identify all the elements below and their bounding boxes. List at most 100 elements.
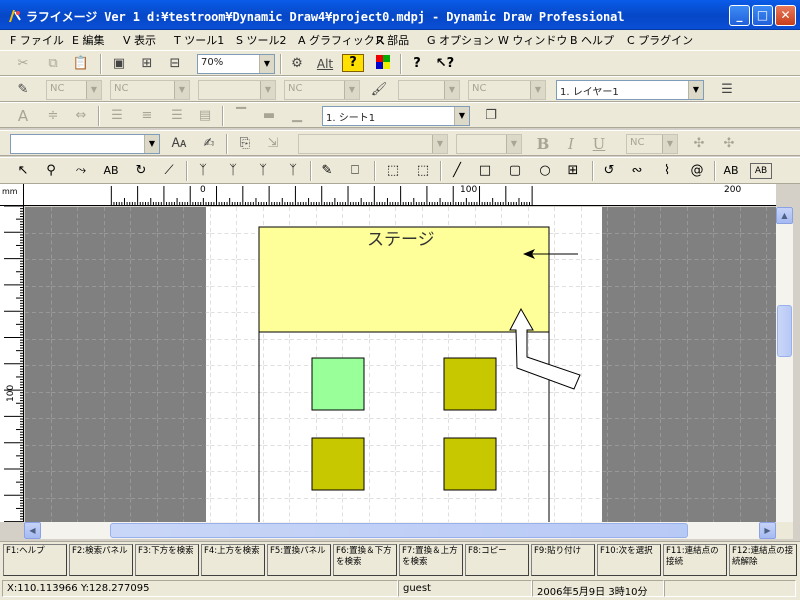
cut-icon[interactable]: ✂	[12, 54, 34, 74]
horizontal-ruler[interactable]: 0 100 200	[24, 184, 776, 206]
valign-top-icon[interactable]: ▔	[230, 106, 252, 126]
gradient-select[interactable]: NC ▼	[468, 80, 546, 100]
shadow-color-select[interactable]: NC ▼	[284, 80, 360, 100]
arc-tool-icon[interactable]: ↺	[598, 161, 620, 181]
range-select-2-icon[interactable]: ⬚	[412, 161, 434, 181]
font-dialog-icon[interactable]: 🗛	[168, 134, 190, 154]
magnify-icon[interactable]: ⚲	[40, 161, 62, 181]
align-left-icon[interactable]: ☰	[106, 106, 128, 126]
polyline-icon-2[interactable]: ᛉ	[222, 161, 244, 181]
help-tip-button[interactable]: ?	[342, 54, 364, 72]
polyline-icon-4[interactable]: ᛉ	[282, 161, 304, 181]
chevron-down-icon[interactable]: ▼	[344, 81, 359, 99]
text-box-tool-icon[interactable]: AB	[750, 163, 772, 179]
line-color-select[interactable]: NC ▼	[46, 80, 102, 100]
underline-button[interactable]: U	[588, 134, 610, 154]
export-page-icon[interactable]: ⇲	[262, 134, 284, 154]
chevron-down-icon[interactable]: ▼	[259, 55, 274, 73]
chart-icon[interactable]: ⊞	[136, 54, 158, 74]
line-spacing-icon[interactable]: ≑	[42, 106, 64, 126]
chevron-down-icon[interactable]: ▼	[144, 135, 159, 153]
grow-font-icon[interactable]: ✣	[688, 134, 710, 154]
green-square[interactable]	[311, 357, 365, 411]
pattern-select[interactable]: ▼	[398, 80, 460, 100]
color-palette-icon[interactable]	[372, 54, 394, 74]
scroll-left-icon[interactable]: ◀	[24, 522, 41, 539]
fkey-f3[interactable]: F3:下方を検索	[135, 544, 199, 576]
page-icon[interactable]: ⎕	[344, 161, 366, 181]
spiral-tool-icon[interactable]: @	[686, 161, 708, 181]
connector-icon[interactable]: ⟋	[158, 161, 180, 181]
olive-square[interactable]	[443, 357, 497, 411]
fill-color-select[interactable]: NC ▼	[110, 80, 190, 100]
polyline-icon-3[interactable]: ᛉ	[252, 161, 274, 181]
horizontal-scroll-thumb[interactable]	[110, 523, 688, 538]
freeform-tool-icon[interactable]: ⌇	[656, 161, 678, 181]
ellipse-tool-icon[interactable]: ○	[534, 161, 556, 181]
zoom-select[interactable]: 70% ▼	[197, 54, 275, 74]
fkey-f1[interactable]: F1:ヘルプ	[3, 544, 67, 576]
line-tool-icon[interactable]: ╱	[446, 161, 468, 181]
note-edit-icon[interactable]: ✎	[316, 161, 338, 181]
chevron-down-icon[interactable]: ▼	[174, 81, 189, 99]
valign-middle-icon[interactable]: ▬	[258, 106, 280, 126]
fkey-f2[interactable]: F2:検索パネル	[69, 544, 133, 576]
pen-icon[interactable]: ✎	[12, 80, 34, 100]
menu-tool2[interactable]: S ツール2	[236, 32, 286, 48]
font-family-select[interactable]: ▼	[298, 134, 448, 154]
fkey-f9[interactable]: F9:貼り付け	[531, 544, 595, 576]
rotate-icon[interactable]: ↻	[130, 161, 152, 181]
curve-tool-icon[interactable]: ∾	[626, 161, 648, 181]
fkey-f6[interactable]: F6:置換＆下方を検索	[333, 544, 397, 576]
text-edit-icon[interactable]: AB	[100, 161, 122, 181]
menu-parts[interactable]: R 部品	[376, 32, 409, 48]
close-button[interactable]: ✕	[775, 5, 796, 26]
alt-button[interactable]: Alt	[314, 54, 336, 74]
chevron-down-icon[interactable]: ▼	[444, 81, 459, 99]
app-icon[interactable]	[6, 8, 22, 24]
minimize-button[interactable]: _	[729, 5, 750, 26]
sheet-select[interactable]: 1. シート1 ▼	[322, 106, 470, 126]
drawing-canvas[interactable]: ステージ	[25, 207, 776, 522]
rectangle-tool-icon[interactable]: □	[474, 161, 496, 181]
chevron-down-icon[interactable]: ▼	[432, 135, 447, 153]
chevron-down-icon[interactable]: ▼	[662, 135, 677, 153]
menu-plugin[interactable]: C プラグイン	[627, 32, 693, 48]
fkey-f11[interactable]: F11:連結点の接続	[663, 544, 727, 576]
line-width-select[interactable]: ▼	[198, 80, 276, 100]
shrink-font-icon[interactable]: ✣	[718, 134, 740, 154]
text-tool-icon[interactable]: AB	[720, 161, 742, 181]
scroll-up-icon[interactable]: ▲	[776, 207, 793, 224]
font-edit-icon[interactable]: ✍	[198, 134, 220, 154]
menu-view[interactable]: V 表示	[123, 32, 156, 48]
paint-bucket-icon[interactable]: 🖌	[368, 80, 390, 100]
chevron-down-icon[interactable]: ▼	[530, 81, 545, 99]
insert-page-icon[interactable]: ⎘	[234, 134, 256, 154]
sheet-pages-icon[interactable]: ❐	[480, 106, 502, 126]
olive-square[interactable]	[443, 437, 497, 491]
range-select-icon[interactable]: ⬚	[382, 161, 404, 181]
menu-tool1[interactable]: T ツール1	[174, 32, 224, 48]
table-tool-icon[interactable]: ⊞	[562, 161, 584, 181]
font-a-icon[interactable]: A	[12, 106, 34, 126]
vertical-scroll-thumb[interactable]	[777, 305, 792, 357]
menu-graphics[interactable]: A グラフィックス	[298, 32, 385, 48]
layout-icon[interactable]: ⊟	[164, 54, 186, 74]
screen-capture-icon[interactable]: ▣	[108, 54, 130, 74]
vertical-ruler[interactable]: 100	[0, 206, 24, 522]
horizontal-scrollbar[interactable]: ◀ ▶	[24, 522, 776, 539]
valign-bottom-icon[interactable]: ▁	[286, 106, 308, 126]
menu-window[interactable]: W ウィンドウ	[498, 32, 567, 48]
fkey-f8[interactable]: F8:コピー	[465, 544, 529, 576]
menu-edit[interactable]: E 編集	[72, 32, 104, 48]
menu-help[interactable]: B ヘルプ	[570, 32, 614, 48]
context-help-icon[interactable]: ↖?	[434, 54, 456, 74]
fkey-f7[interactable]: F7:置換＆上方を検索	[399, 544, 463, 576]
select-arrow-icon[interactable]: ↖	[12, 161, 34, 181]
italic-button[interactable]: I	[560, 134, 582, 154]
fkey-f12[interactable]: F12:連結点の接続解除	[729, 544, 797, 576]
vertical-scrollbar[interactable]: ▲	[776, 207, 793, 522]
chevron-down-icon[interactable]: ▼	[506, 135, 521, 153]
chevron-down-icon[interactable]: ▼	[688, 81, 703, 99]
layer-list-icon[interactable]: ☰	[716, 80, 738, 100]
